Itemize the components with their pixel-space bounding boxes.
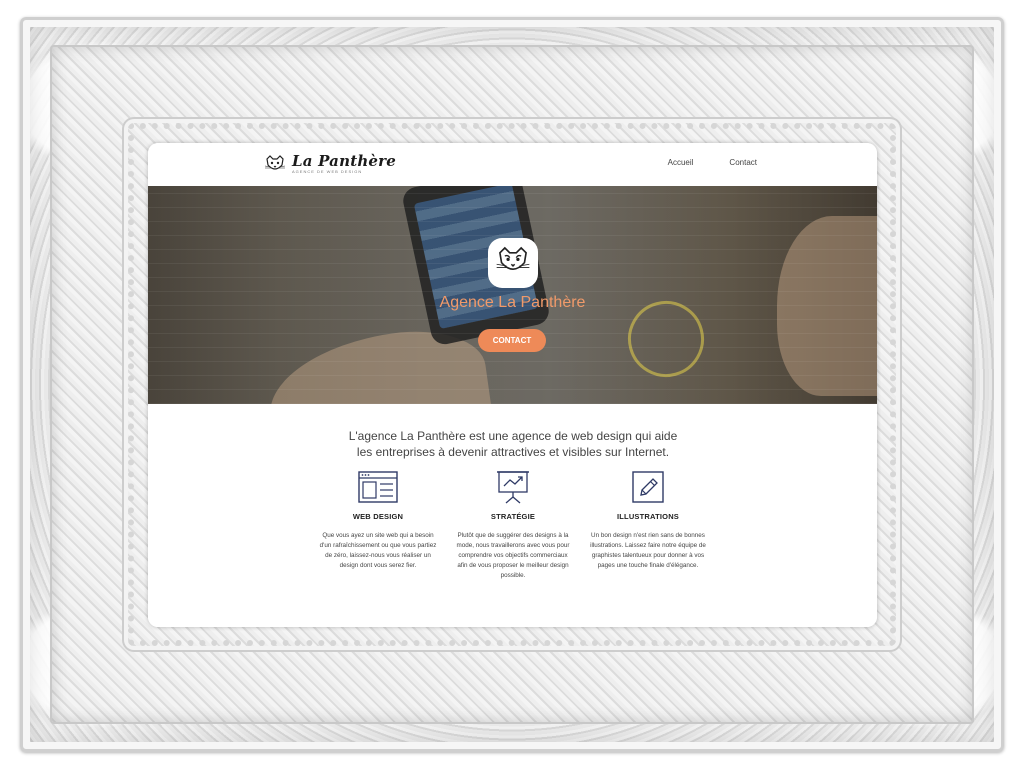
hero-logo-badge [488, 238, 538, 288]
intro-text: L'agence La Panthère est une agence de w… [348, 429, 678, 459]
browser-layout-icon [358, 470, 398, 504]
nav-link-contact[interactable]: Contact [729, 158, 757, 167]
nav-link-accueil[interactable]: Accueil [668, 158, 694, 167]
service-title: ILLUSTRATIONS [616, 512, 680, 521]
brand-logo[interactable]: La Panthère AGENCE DE WEB DESIGN [264, 151, 396, 177]
website-mockup: La Panthère AGENCE DE WEB DESIGN Accueil… [148, 143, 877, 627]
hero-title: Agence La Panthère [439, 294, 586, 311]
presentation-chart-icon [496, 470, 530, 504]
service-description: Un bon design n'est rien sans de bonnes … [590, 532, 706, 569]
nav-links: Accueil Contact [668, 158, 757, 167]
panther-head-icon [264, 153, 286, 175]
service-web-design: WEB DESIGN Que vous ayez un site web qui… [318, 470, 438, 581]
service-strategie: STRATÉGIE Plutôt que de suggérer des des… [453, 470, 573, 581]
panther-head-icon [495, 243, 531, 284]
contact-button[interactable]: CONTACT [478, 329, 546, 352]
brand-tagline: AGENCE DE WEB DESIGN [292, 169, 363, 174]
main-content: L'agence La Panthère est une agence de w… [148, 404, 877, 627]
service-description: Plutôt que de suggérer des designs à la … [456, 532, 570, 579]
top-navbar: La Panthère AGENCE DE WEB DESIGN Accueil… [148, 143, 877, 186]
services-row: WEB DESIGN Que vous ayez un site web qui… [318, 470, 708, 581]
hero-banner: Agence La Panthère CONTACT [148, 186, 877, 404]
service-title: WEB DESIGN [352, 512, 404, 521]
pencil-edit-icon [632, 470, 664, 504]
brand-name: La Panthère [292, 152, 397, 170]
service-description: Que vous ayez un site web qui a besoin d… [319, 532, 437, 569]
service-title: STRATÉGIE [490, 512, 536, 521]
service-illustrations: ILLUSTRATIONS Un bon design n'est rien s… [588, 470, 708, 581]
